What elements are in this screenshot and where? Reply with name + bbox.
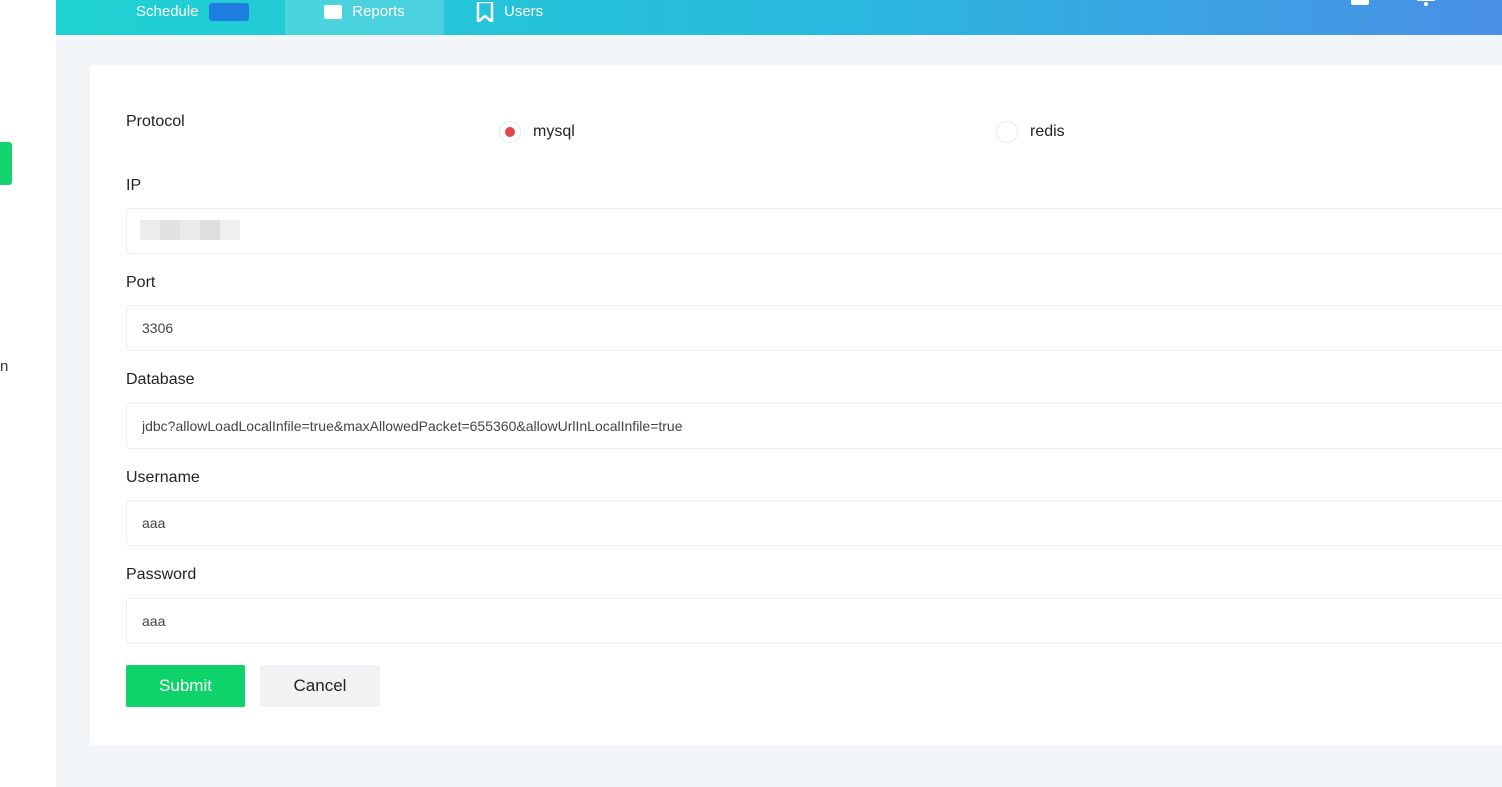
port-input[interactable] bbox=[126, 305, 1502, 351]
submit-button[interactable]: Submit bbox=[126, 665, 245, 707]
nav-schedule[interactable]: Schedule bbox=[136, 0, 249, 35]
sidebar-active-indicator bbox=[0, 142, 12, 185]
radio-redis-label: redis bbox=[1030, 123, 1065, 140]
radio-mysql-label: mysql bbox=[533, 123, 575, 140]
cancel-button[interactable]: Cancel bbox=[260, 665, 380, 707]
bell-icon[interactable] bbox=[1416, 0, 1436, 6]
password-input[interactable] bbox=[126, 598, 1502, 644]
database-input[interactable] bbox=[126, 403, 1502, 449]
nav-users-label: Users bbox=[504, 3, 544, 20]
bookmark-icon bbox=[476, 1, 494, 22]
password-label: Password bbox=[126, 566, 197, 583]
nav-users[interactable]: Users bbox=[476, 0, 543, 35]
datasource-form-card: Protocol mysql redis IP Port Database Us… bbox=[90, 65, 1502, 745]
sidebar: n bbox=[0, 0, 56, 787]
username-label: Username bbox=[126, 469, 200, 486]
ip-label: IP bbox=[126, 177, 142, 194]
radio-redis-circle[interactable] bbox=[996, 121, 1018, 143]
radio-mysql-circle[interactable] bbox=[499, 121, 521, 143]
username-input[interactable] bbox=[126, 500, 1502, 546]
protocol-radio-redis[interactable]: redis bbox=[996, 121, 1065, 143]
nav-schedule-badge bbox=[208, 2, 249, 21]
sidebar-item-label[interactable]: n bbox=[0, 358, 8, 375]
radio-selected-dot bbox=[505, 127, 515, 137]
nav-schedule-label: Schedule bbox=[136, 3, 199, 20]
ip-input[interactable] bbox=[126, 208, 1502, 254]
reports-icon bbox=[324, 4, 343, 19]
port-label: Port bbox=[126, 274, 156, 291]
top-navigation-bar: Schedule Reports Users bbox=[56, 0, 1502, 35]
nav-reports-label: Reports bbox=[352, 3, 405, 20]
protocol-radio-mysql[interactable]: mysql bbox=[499, 121, 575, 143]
ip-redacted-value bbox=[140, 220, 240, 240]
clipboard-icon[interactable] bbox=[1350, 0, 1370, 6]
database-label: Database bbox=[126, 371, 195, 388]
protocol-label: Protocol bbox=[126, 113, 185, 130]
nav-reports[interactable]: Reports bbox=[285, 0, 444, 35]
